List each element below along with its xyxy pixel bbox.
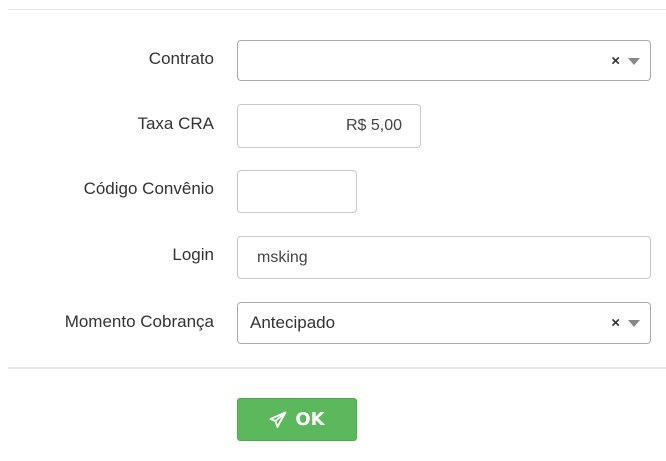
login-label: Login xyxy=(172,245,214,264)
codigo-convenio-label: Código Convênio xyxy=(83,179,214,198)
login-input[interactable]: msking xyxy=(237,236,651,279)
contrato-chevron-down-icon[interactable] xyxy=(628,57,640,65)
momento-cobranca-chevron-down-icon[interactable] xyxy=(628,320,640,327)
bottom-divider xyxy=(8,367,666,369)
momento-cobranca-label: Momento Cobrança xyxy=(64,312,214,331)
codigo-convenio-input[interactable] xyxy=(237,170,357,213)
taxa-cra-value: R$ 5,00 xyxy=(345,117,402,134)
momento-cobranca-select[interactable]: Antecipado × xyxy=(237,302,651,344)
ok-button-label: OK xyxy=(295,409,325,430)
paper-plane-icon xyxy=(269,411,287,429)
login-value: msking xyxy=(257,248,308,266)
taxa-cra-input[interactable]: R$ 5,00 xyxy=(237,104,421,148)
contrato-clear-icon[interactable]: × xyxy=(611,53,620,68)
top-divider xyxy=(8,9,666,10)
contrato-label: Contrato xyxy=(148,49,214,68)
taxa-cra-label: Taxa CRA xyxy=(137,114,214,133)
ok-button[interactable]: OK xyxy=(237,398,357,441)
momento-cobranca-value: Antecipado xyxy=(250,313,336,332)
contrato-select[interactable]: × xyxy=(237,40,651,81)
momento-cobranca-clear-icon[interactable]: × xyxy=(611,316,620,331)
